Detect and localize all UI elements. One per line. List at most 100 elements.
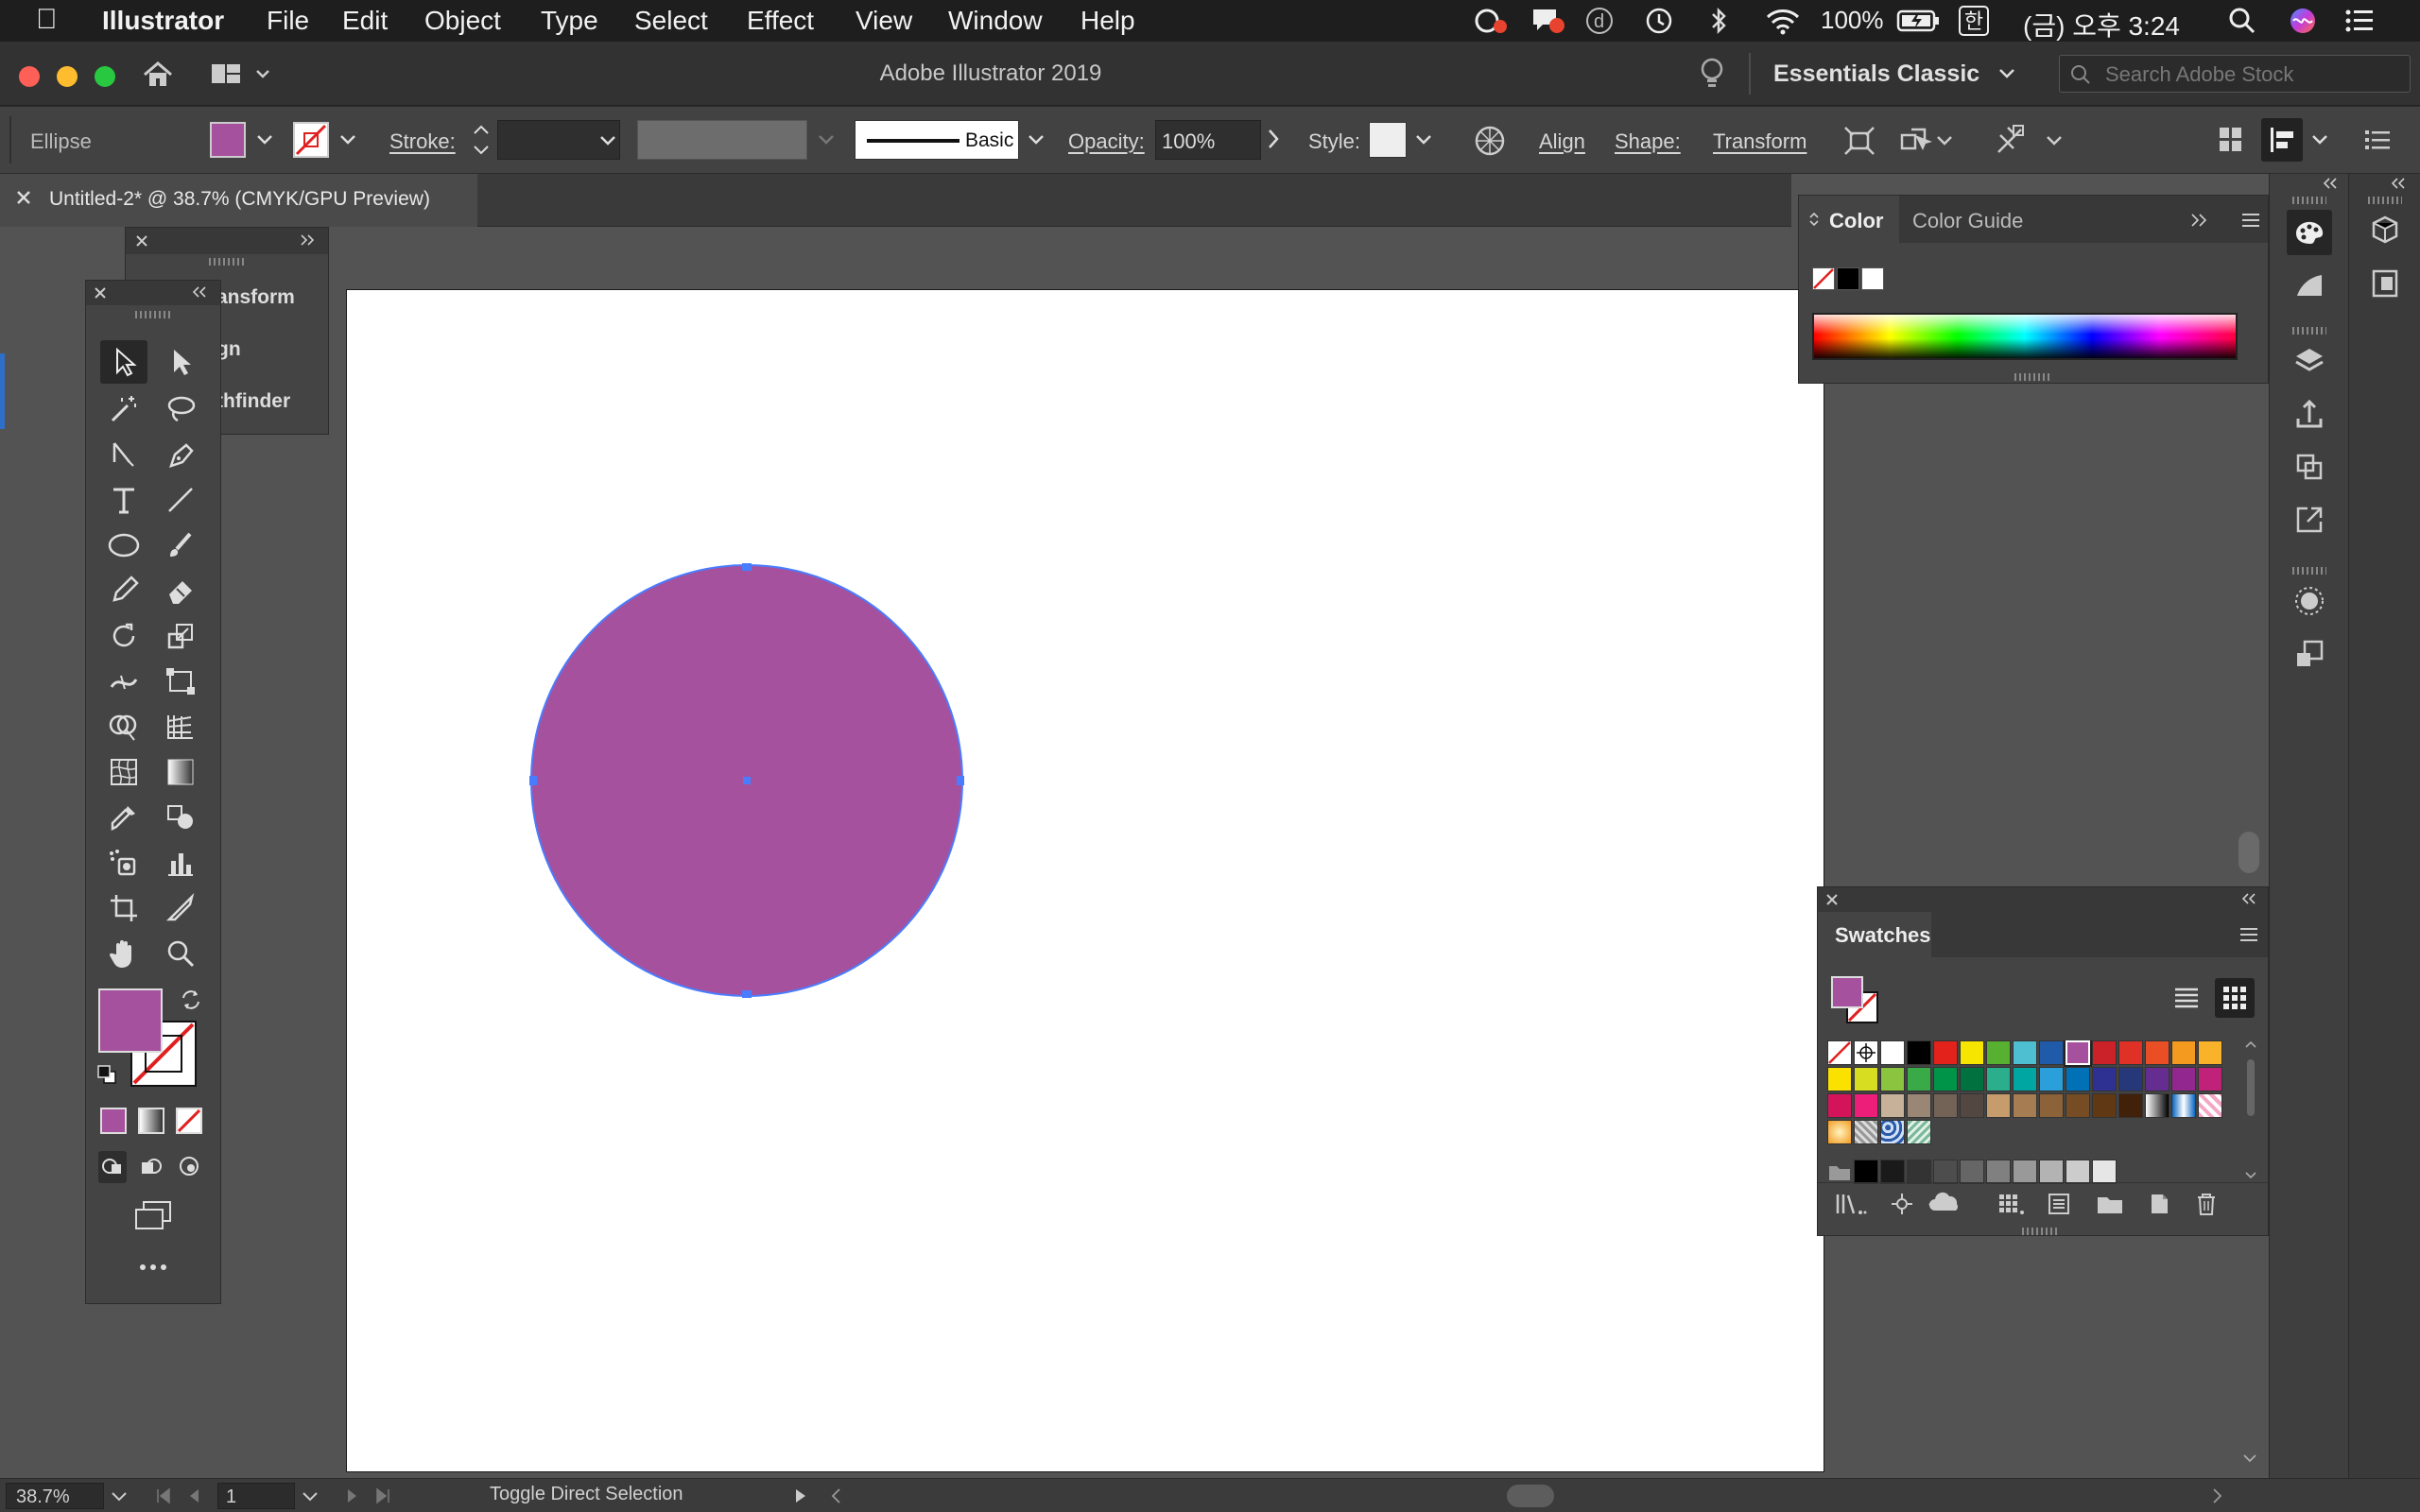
brush-chevron-icon[interactable] — [1028, 135, 1044, 145]
swatch[interactable] — [2013, 1093, 2037, 1118]
previous-artboard-icon[interactable] — [187, 1487, 200, 1504]
color-panel-dock-icon[interactable] — [2287, 210, 2332, 255]
stroke-weight-stepper[interactable] — [469, 120, 493, 160]
scroll-left-chevron-icon[interactable] — [830, 1487, 841, 1504]
swatch-libraries-menu-icon[interactable] — [1835, 1192, 1867, 1216]
free-transform-tool-icon[interactable] — [157, 660, 204, 703]
swatch[interactable] — [1854, 1093, 1878, 1118]
stroke-weight-chevron-icon[interactable] — [600, 136, 615, 146]
swatch[interactable] — [1907, 1040, 1931, 1065]
dock2-grip[interactable] — [2368, 197, 2402, 204]
status-menu-play-icon[interactable] — [794, 1487, 807, 1504]
align-chevron-icon[interactable] — [2312, 135, 2327, 145]
delete-swatch-icon[interactable] — [2194, 1192, 2219, 1216]
swatch[interactable] — [2145, 1067, 2169, 1091]
mesh-tool-icon[interactable] — [100, 750, 147, 794]
swatch[interactable] — [1933, 1093, 1958, 1118]
swatch-gradient-bw[interactable] — [2145, 1093, 2169, 1118]
collapse-swatches-icon[interactable] — [2241, 892, 2258, 905]
width-tool-icon[interactable] — [100, 660, 147, 703]
swatch[interactable] — [2039, 1160, 2064, 1184]
fill-box-front[interactable] — [98, 988, 163, 1053]
pathfinder-panel-button[interactable]: thfinder — [216, 390, 290, 413]
type-tool-icon[interactable] — [100, 478, 147, 522]
dock1-grip-top[interactable] — [2292, 197, 2326, 204]
last-artboard-icon[interactable] — [374, 1487, 391, 1504]
tools-panel-header[interactable] — [86, 281, 220, 305]
grid-layout-icon[interactable] — [2218, 126, 2244, 154]
swatch-none[interactable] — [1827, 1040, 1852, 1065]
menu-object[interactable]: Object — [424, 6, 501, 36]
swatch[interactable] — [2118, 1093, 2143, 1118]
dock1-grip-2[interactable] — [2292, 327, 2326, 335]
swatch[interactable] — [1933, 1160, 1958, 1184]
eraser-tool-icon[interactable] — [157, 569, 204, 612]
swatch[interactable] — [2118, 1067, 2143, 1091]
swatches-scrollbar[interactable] — [2243, 1039, 2258, 1180]
zoom-tool-icon[interactable] — [157, 932, 204, 975]
default-fill-stroke-icon[interactable] — [96, 1064, 117, 1085]
magic-wand-tool-icon[interactable] — [100, 387, 147, 431]
swatch[interactable] — [2118, 1040, 2143, 1065]
pencil-tool-icon[interactable] — [100, 569, 147, 612]
swatch[interactable] — [2039, 1093, 2064, 1118]
swatches-panel-header[interactable] — [1818, 887, 2268, 912]
artboards-dock-icon[interactable] — [2287, 444, 2332, 490]
swatches-menu-icon[interactable] — [2239, 927, 2258, 942]
black-color-chip[interactable] — [1837, 267, 1859, 290]
swatch[interactable] — [2066, 1160, 2090, 1184]
swatch[interactable] — [1986, 1093, 2011, 1118]
menu-type[interactable]: Type — [541, 6, 598, 36]
scroll-right-chevron-icon[interactable] — [2212, 1487, 2223, 1504]
color-panel-menu-icon[interactable] — [2241, 213, 2260, 228]
swatch[interactable] — [2013, 1040, 2037, 1065]
swatch[interactable] — [1854, 1160, 1878, 1184]
swatch-registration[interactable] — [1854, 1040, 1878, 1065]
menu-window[interactable]: Window — [948, 6, 1043, 36]
swatch[interactable] — [1880, 1093, 1905, 1118]
zoom-level-field[interactable]: 38.7% — [6, 1483, 104, 1509]
align-link[interactable]: Align — [1539, 129, 1585, 154]
gradient-tool-icon[interactable] — [157, 750, 204, 794]
swatch-pattern-pink[interactable] — [2198, 1093, 2222, 1118]
dock2-collapse-icon[interactable] — [2391, 178, 2408, 189]
close-swatches-icon[interactable] — [1825, 893, 1839, 906]
wifi-icon[interactable] — [1764, 6, 1802, 36]
shape-builder-tool-icon[interactable] — [100, 705, 147, 748]
swatch[interactable] — [1907, 1160, 1931, 1184]
stroke-weight-input[interactable] — [497, 120, 620, 160]
variable-width-profile[interactable] — [637, 120, 807, 160]
horizontal-scroll-thumb[interactable] — [1507, 1485, 1554, 1507]
draw-behind-icon[interactable] — [138, 1153, 166, 1181]
none-color-chip[interactable] — [1812, 267, 1835, 290]
swatch[interactable] — [2171, 1067, 2196, 1091]
artboard-number-field[interactable]: 1 — [217, 1483, 295, 1509]
line-segment-tool-icon[interactable] — [157, 478, 204, 522]
edit-toolbar-more-icon[interactable] — [138, 1263, 168, 1272]
swatch[interactable] — [2039, 1040, 2064, 1065]
apple-icon[interactable]:  — [36, 4, 58, 36]
swatch[interactable] — [2198, 1040, 2222, 1065]
direct-selection-tool-icon[interactable] — [157, 340, 204, 384]
selection-tool-icon[interactable] — [100, 340, 147, 384]
swatch-gradient-blue[interactable] — [2171, 1093, 2196, 1118]
swatches-tab[interactable]: Swatches — [1818, 912, 1931, 957]
isolate-selection-icon[interactable] — [1843, 126, 1876, 156]
artboard-tool-icon[interactable] — [100, 886, 147, 930]
swatch[interactable] — [1960, 1067, 1984, 1091]
column-graph-tool-icon[interactable] — [157, 841, 204, 885]
panel-menu-list-icon[interactable] — [2363, 128, 2392, 152]
swatch[interactable] — [2198, 1067, 2222, 1091]
white-color-chip[interactable] — [1861, 267, 1884, 290]
swatch[interactable] — [1827, 1067, 1852, 1091]
swatch[interactable] — [2013, 1160, 2037, 1184]
swatch-pattern-green[interactable] — [1907, 1120, 1931, 1144]
style-chevron-icon[interactable] — [1416, 135, 1431, 145]
expand-panel-icon[interactable] — [300, 233, 317, 247]
color-mode-button[interactable] — [100, 1108, 127, 1134]
swatch[interactable] — [1986, 1067, 2011, 1091]
fill-dropdown-chevron-icon[interactable] — [257, 135, 272, 145]
menu-select[interactable]: Select — [634, 6, 708, 36]
swatch[interactable] — [2171, 1040, 2196, 1065]
swatch[interactable] — [2066, 1067, 2090, 1091]
